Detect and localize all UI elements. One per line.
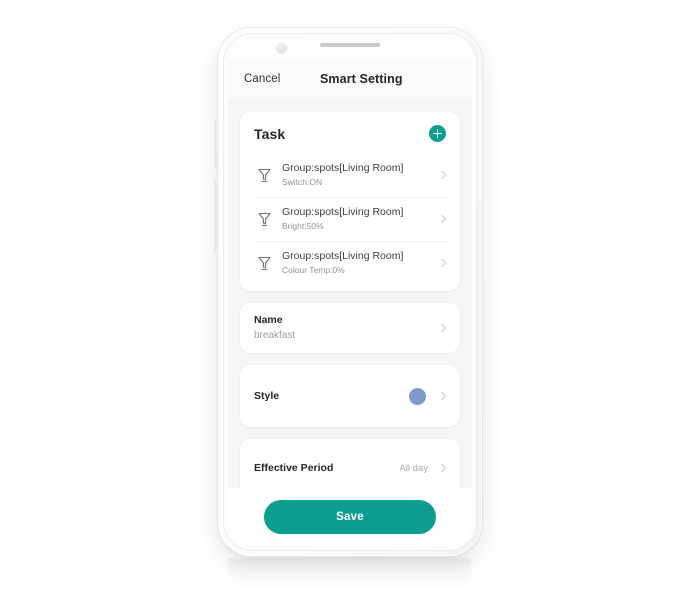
effective-period-value: All day xyxy=(399,462,428,474)
style-label-group: Style xyxy=(254,389,409,403)
task-card: Task Group:spots[Living Room] Switch:ON xyxy=(240,112,460,291)
chevron-right-icon xyxy=(436,322,448,334)
spotlight-icon xyxy=(254,165,274,185)
effective-period-label-group: Effective Period xyxy=(254,461,399,475)
spotlight-icon xyxy=(254,253,274,273)
chevron-right-icon xyxy=(436,390,448,402)
chevron-right-icon xyxy=(436,169,448,181)
chevron-right-icon xyxy=(436,462,448,474)
task-row-secondary: Bright:50% xyxy=(282,221,324,231)
task-row-primary: Group:spots[Living Room] xyxy=(282,206,404,218)
power-side-button[interactable] xyxy=(215,180,219,252)
chevron-right-icon xyxy=(436,213,448,225)
phone-screen: Cancel Smart Setting Task Group:spots[Li… xyxy=(228,58,472,546)
task-row-primary: Group:spots[Living Room] xyxy=(282,250,404,262)
task-row-secondary: Colour Temp:0% xyxy=(282,265,345,275)
task-row-text: Group:spots[Living Room] Switch:ON xyxy=(282,161,432,189)
style-label: Style xyxy=(254,390,280,402)
cancel-button[interactable]: Cancel xyxy=(244,73,280,85)
task-row-secondary: Switch:ON xyxy=(282,177,323,187)
page-title: Smart Setting xyxy=(320,72,403,86)
save-bar: Save xyxy=(228,488,472,546)
name-label-group: Name breakfast xyxy=(254,313,432,343)
task-card-title: Task xyxy=(254,125,286,142)
style-color-swatch[interactable] xyxy=(409,387,426,405)
spotlight-icon xyxy=(254,209,274,229)
save-button[interactable]: Save xyxy=(264,500,436,534)
chevron-right-icon xyxy=(436,257,448,269)
camera-dot-icon xyxy=(277,44,286,53)
task-row-primary: Group:spots[Living Room] xyxy=(282,162,404,174)
task-row-text: Group:spots[Living Room] Colour Temp:0% xyxy=(282,249,432,277)
task-card-header: Task xyxy=(240,112,460,153)
effective-period-label: Effective Period xyxy=(254,462,334,474)
name-label: Name xyxy=(254,314,283,326)
setting-row-style[interactable]: Style xyxy=(240,365,460,427)
task-row[interactable]: Group:spots[Living Room] Switch:ON xyxy=(240,153,460,197)
name-value: breakfast xyxy=(254,330,296,341)
setting-row-effective-period[interactable]: Effective Period All day xyxy=(240,439,460,488)
device-reflection xyxy=(228,558,472,592)
earpiece-speaker-icon xyxy=(320,43,380,47)
add-task-plus-icon[interactable] xyxy=(429,125,446,142)
phone-device-frame: Cancel Smart Setting Task Group:spots[Li… xyxy=(215,28,482,556)
setting-row-name[interactable]: Name breakfast xyxy=(240,303,460,353)
navigation-bar: Cancel Smart Setting xyxy=(228,58,472,100)
task-row[interactable]: Group:spots[Living Room] Bright:50% xyxy=(240,197,460,241)
settings-scroll-area[interactable]: Task Group:spots[Living Room] Switch:ON xyxy=(228,100,472,488)
task-row[interactable]: Group:spots[Living Room] Colour Temp:0% xyxy=(240,241,460,285)
task-row-text: Group:spots[Living Room] Bright:50% xyxy=(282,205,432,233)
volume-side-button[interactable] xyxy=(215,120,219,168)
